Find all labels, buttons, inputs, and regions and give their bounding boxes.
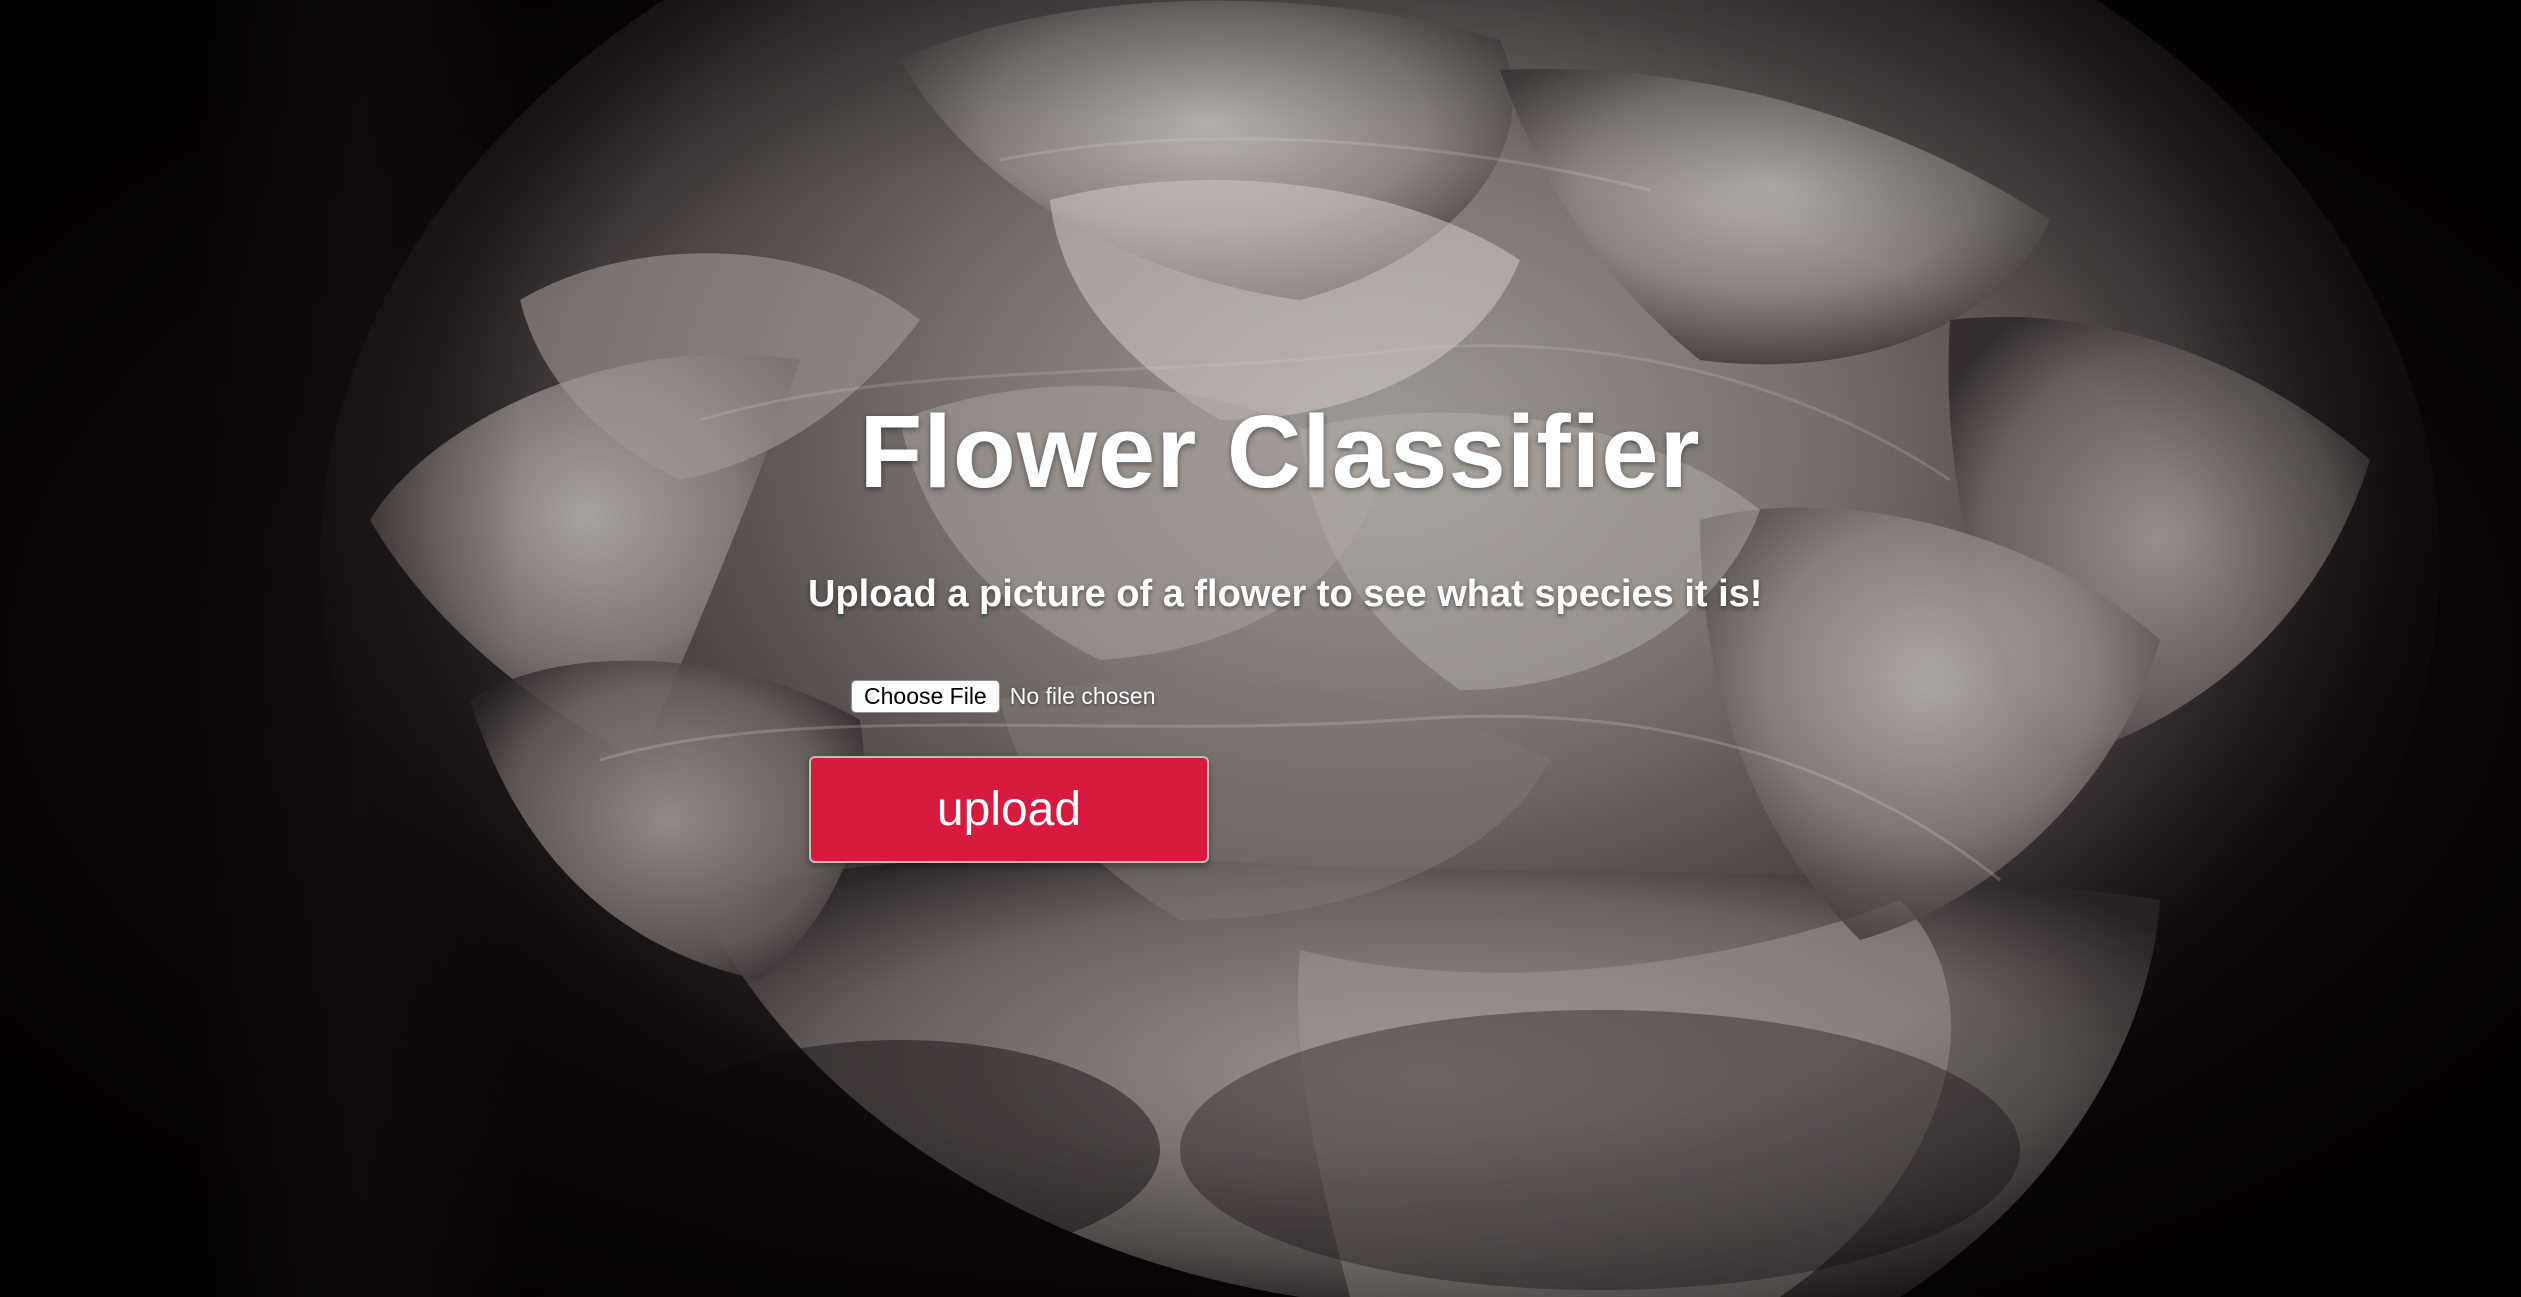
- file-status-text: No file chosen: [1009, 682, 1156, 709]
- choose-file-button[interactable]: Choose File: [851, 679, 1000, 713]
- page-subtitle: Upload a picture of a flower to see what…: [808, 573, 1763, 615]
- main-content: Flower Classifier Upload a picture of a …: [0, 0, 2521, 1297]
- upload-button[interactable]: upload: [809, 756, 1209, 863]
- file-input[interactable]: Choose File No file chosen: [851, 679, 1155, 713]
- page-title: Flower Classifier: [859, 394, 1701, 509]
- page-root: Flower Classifier Upload a picture of a …: [0, 0, 2521, 1297]
